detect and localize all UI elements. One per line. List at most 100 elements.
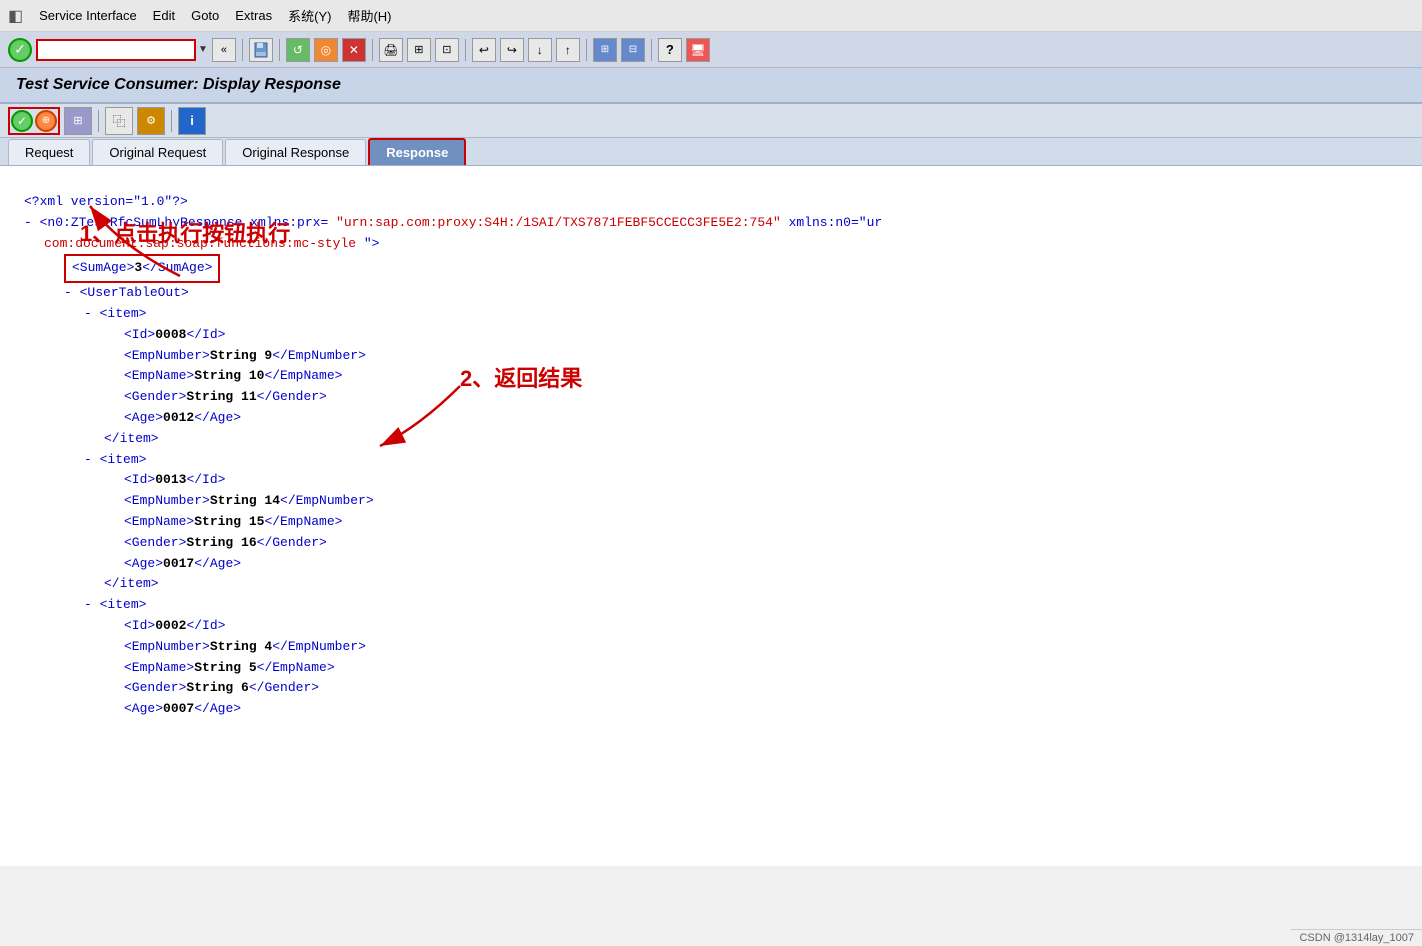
xml-age3-value: 0007 — [163, 701, 194, 716]
sumage-box: <SumAge>3</SumAge> — [64, 254, 220, 283]
xml-empnum3-open: <EmpNumber> — [124, 639, 210, 654]
xml-id1-close: </Id> — [186, 327, 225, 342]
xml-sumage-line: <SumAge>3</SumAge> — [64, 254, 1398, 283]
xml-item1-dash: - <item> — [84, 304, 1398, 325]
xml-item3-dash: - <item> — [84, 595, 1398, 616]
xml-item1-close: </item> — [104, 431, 159, 446]
xml-item3-empnumber: <EmpNumber>String 4</EmpNumber> — [124, 637, 1398, 658]
find2-btn[interactable]: ◎ — [314, 38, 338, 62]
xml-empname2-open: <EmpName> — [124, 514, 194, 529]
tab-response[interactable]: Response — [368, 138, 466, 165]
xml-item2-empnumber: <EmpNumber>String 14</EmpNumber> — [124, 491, 1398, 512]
nav-prev-btn[interactable]: ↩ — [472, 38, 496, 62]
copy-btn[interactable]: ⿻ — [105, 107, 133, 135]
page-title: Test Service Consumer: Display Response — [16, 76, 1406, 94]
xml-content: <?xml version="1.0"?> - <n0:ZTestRfcSumL… — [24, 192, 1398, 720]
xml-empnum2-open: <EmpNumber> — [124, 493, 210, 508]
tab-original-response[interactable]: Original Response — [225, 139, 366, 165]
xml-empname3-value: String 5 — [194, 660, 256, 675]
xml-empname1-value: String 10 — [194, 368, 264, 383]
stop-btn[interactable]: ✕ — [342, 38, 366, 62]
xml-pi: <?xml version="1.0"?> — [24, 194, 188, 209]
xml-usertable-line: - <UserTableOut> — [64, 283, 1398, 304]
xml-age2-value: 0017 — [163, 556, 194, 571]
xml-gender1-value: String 11 — [186, 389, 256, 404]
xml-item1-age: <Age>0012</Age> — [124, 408, 1398, 429]
stop-execute-btn[interactable]: ⊕ — [35, 110, 57, 132]
window-btn1[interactable]: ⊞ — [593, 38, 617, 62]
xml-item1-close-line: </item> — [104, 429, 1398, 450]
xml-prx-attr: "urn:sap.com:proxy:S4H:/1SAI/TXS7871FEBF… — [336, 215, 781, 230]
nav-down-btn[interactable]: ↓ — [528, 38, 552, 62]
print2-btn[interactable]: ⊞ — [407, 38, 431, 62]
xml-item3-empname: <EmpName>String 5</EmpName> — [124, 658, 1398, 679]
toolbar-separator-3 — [372, 39, 373, 61]
xml-item2-open: <item> — [100, 452, 147, 467]
menu-system[interactable]: 系统(Y) — [288, 6, 331, 25]
settings-btn[interactable]: ⚙ — [137, 107, 165, 135]
toolbar-separator-1 — [242, 39, 243, 61]
nav-next-btn[interactable]: ↪ — [500, 38, 524, 62]
table-view-btn[interactable]: ⊞ — [64, 107, 92, 135]
window-btn2[interactable]: ⊟ — [621, 38, 645, 62]
xml-empname1-open: <EmpName> — [124, 368, 194, 383]
xml-empnum1-value: String 9 — [210, 348, 272, 363]
info-btn[interactable]: i — [178, 107, 206, 135]
xml-id3-value: 0002 — [155, 618, 186, 633]
menu-help[interactable]: 帮助(H) — [347, 6, 391, 25]
xml-item3-gender: <Gender>String 6</Gender> — [124, 678, 1398, 699]
menu-extras[interactable]: Extras — [235, 8, 272, 23]
xml-empname2-close: </EmpName> — [264, 514, 342, 529]
xml-gender2-close: </Gender> — [257, 535, 327, 550]
nav-up-btn[interactable]: ↑ — [556, 38, 580, 62]
xml-age1-close: </Age> — [194, 410, 241, 425]
monitor-btn[interactable]: 🖥 — [686, 38, 710, 62]
xml-item1-empnumber: <EmpNumber>String 9</EmpNumber> — [124, 346, 1398, 367]
xml-item2-dash: - <item> — [84, 450, 1398, 471]
xml-sumage-open: <SumAge> — [72, 260, 134, 275]
xml-empnum3-value: String 4 — [210, 639, 272, 654]
page-title-bar: Test Service Consumer: Display Response — [0, 68, 1422, 104]
save-btn[interactable] — [249, 38, 273, 62]
menu-edit[interactable]: Edit — [153, 8, 175, 23]
toolbar-separator-2 — [279, 39, 280, 61]
xml-gender1-open: <Gender> — [124, 389, 186, 404]
command-input[interactable] — [36, 39, 196, 61]
xml-item3-age: <Age>0007</Age> — [124, 699, 1398, 720]
xml-item2-gender: <Gender>String 16</Gender> — [124, 533, 1398, 554]
xml-item1-empname: <EmpName>String 10</EmpName> — [124, 366, 1398, 387]
xml-age1-open: <Age> — [124, 410, 163, 425]
main-content: 1、点击执行按钮执行 2、返回结果 <?xml version="1.0"?> … — [0, 166, 1422, 866]
xml-item2-close-line: </item> — [104, 574, 1398, 595]
print-btn[interactable]: 🖨 — [379, 38, 403, 62]
action-toolbar: ✓ ⊕ ⊞ ⿻ ⚙ i — [0, 104, 1422, 138]
print3-btn[interactable]: ⊡ — [435, 38, 459, 62]
xml-item2-close: </item> — [104, 576, 159, 591]
xml-dash-item2: - — [84, 452, 100, 467]
find-btn[interactable]: ↺ — [286, 38, 310, 62]
xml-gender3-close: </Gender> — [249, 680, 319, 695]
xml-dash-item3: - — [84, 597, 100, 612]
nav-back-btn[interactable]: « — [212, 38, 236, 62]
green-check-icon[interactable]: ✓ — [8, 38, 32, 62]
dropdown-arrow-icon[interactable]: ▼ — [198, 44, 208, 55]
xml-empnum2-close: </EmpNumber> — [280, 493, 374, 508]
xml-id1-value: 0008 — [155, 327, 186, 342]
xml-gender3-open: <Gender> — [124, 680, 186, 695]
xml-item2-empname: <EmpName>String 15</EmpName> — [124, 512, 1398, 533]
execute-btn[interactable]: ✓ — [11, 110, 33, 132]
help-btn[interactable]: ? — [658, 38, 682, 62]
tabs-bar: Request Original Request Original Respon… — [0, 138, 1422, 166]
xml-age2-open: <Age> — [124, 556, 163, 571]
tab-original-request[interactable]: Original Request — [92, 139, 223, 165]
xml-age3-open: <Age> — [124, 701, 163, 716]
menu-goto[interactable]: Goto — [191, 8, 219, 23]
menu-service-interface[interactable]: Service Interface — [39, 8, 137, 23]
toolbar: ✓ ▼ « ↺ ◎ ✕ 🖨 ⊞ ⊡ ↩ ↪ ↓ ↑ ⊞ ⊟ ? 🖥 — [0, 32, 1422, 68]
xml-id3-close: </Id> — [186, 618, 225, 633]
save-icon — [253, 42, 269, 58]
tab-request[interactable]: Request — [8, 139, 90, 165]
xml-age3-close: </Age> — [194, 701, 241, 716]
xml-gender1-close: </Gender> — [257, 389, 327, 404]
xml-item1-id: <Id>0008</Id> — [124, 325, 1398, 346]
